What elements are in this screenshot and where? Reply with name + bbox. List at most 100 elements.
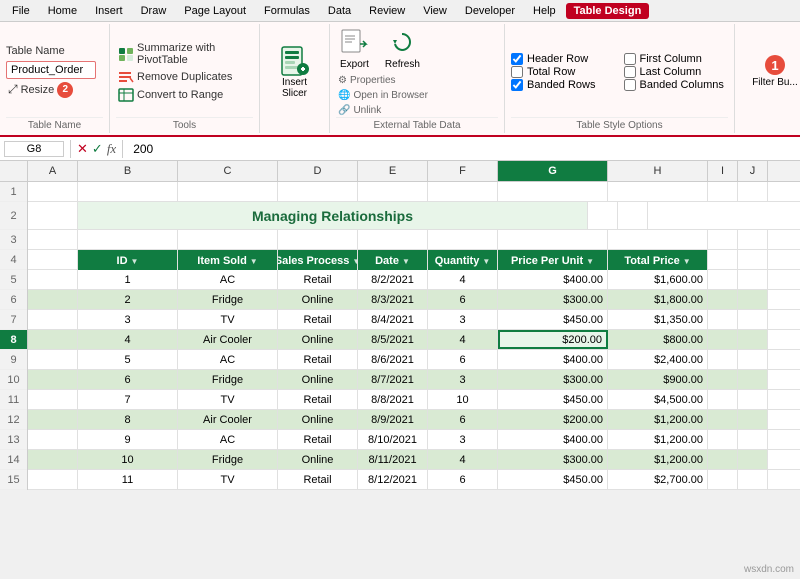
cell-B6[interactable]: 2	[78, 290, 178, 309]
cell-D6[interactable]: Online	[278, 290, 358, 309]
cell-D8[interactable]: Online	[278, 330, 358, 349]
cell-H10[interactable]: $900.00	[608, 370, 708, 389]
cell-C10[interactable]: Fridge	[178, 370, 278, 389]
cell-F13[interactable]: 3	[428, 430, 498, 449]
cell-I12[interactable]	[708, 410, 738, 429]
cell-H3[interactable]	[608, 230, 708, 249]
cell-H8[interactable]: $800.00	[608, 330, 708, 349]
resize-button[interactable]: ⤢ Resize 2	[6, 81, 75, 99]
cell-A8[interactable]	[28, 330, 78, 349]
cell-D14[interactable]: Online	[278, 450, 358, 469]
cell-C12[interactable]: Air Cooler	[178, 410, 278, 429]
cell-J1[interactable]	[738, 182, 768, 201]
menu-formulas[interactable]: Formulas	[256, 3, 318, 19]
cell-F12[interactable]: 6	[428, 410, 498, 429]
cell-I5[interactable]	[708, 270, 738, 289]
cell-B1[interactable]	[78, 182, 178, 201]
cell-F11[interactable]: 10	[428, 390, 498, 409]
cell-G12[interactable]: $200.00	[498, 410, 608, 429]
cell-F6[interactable]: 6	[428, 290, 498, 309]
cell-I1[interactable]	[708, 182, 738, 201]
cell-E14[interactable]: 8/11/2021	[358, 450, 428, 469]
cell-A10[interactable]	[28, 370, 78, 389]
formula-value[interactable]: 200	[129, 141, 796, 157]
cell-A11[interactable]	[28, 390, 78, 409]
cell-A3[interactable]	[28, 230, 78, 249]
cell-G14[interactable]: $300.00	[498, 450, 608, 469]
cell-J9[interactable]	[738, 350, 768, 369]
cell-C15[interactable]: TV	[178, 470, 278, 489]
cell-B11[interactable]: 7	[78, 390, 178, 409]
cell-E7[interactable]: 8/4/2021	[358, 310, 428, 329]
cell-A7[interactable]	[28, 310, 78, 329]
cell-H14[interactable]: $1,200.00	[608, 450, 708, 469]
cell-I14[interactable]	[708, 450, 738, 469]
cell-A6[interactable]	[28, 290, 78, 309]
col-header-d[interactable]: D	[278, 161, 358, 181]
col-header-h[interactable]: H	[608, 161, 708, 181]
remove-duplicates-button[interactable]: Remove Duplicates	[116, 69, 253, 85]
menu-review[interactable]: Review	[361, 3, 413, 19]
cell-I10[interactable]	[708, 370, 738, 389]
cell-H11[interactable]: $4,500.00	[608, 390, 708, 409]
cell-B14[interactable]: 10	[78, 450, 178, 469]
refresh-button[interactable]: Refresh	[381, 26, 424, 72]
cell-J11[interactable]	[738, 390, 768, 409]
menu-table-design[interactable]: Table Design	[566, 3, 650, 19]
col-header-c[interactable]: C	[178, 161, 278, 181]
col-header-f[interactable]: F	[428, 161, 498, 181]
cell-I6[interactable]	[708, 290, 738, 309]
pivot-table-button[interactable]: Summarize with PivotTable	[116, 41, 253, 67]
cell-I15[interactable]	[708, 470, 738, 489]
cell-J12[interactable]	[738, 410, 768, 429]
cancel-formula-icon[interactable]: ✕	[77, 141, 88, 157]
menu-developer[interactable]: Developer	[457, 3, 523, 19]
menu-help[interactable]: Help	[525, 3, 564, 19]
cell-A13[interactable]	[28, 430, 78, 449]
cell-H12[interactable]: $1,200.00	[608, 410, 708, 429]
cell-D15[interactable]: Retail	[278, 470, 358, 489]
banded-rows-checkbox[interactable]	[511, 79, 523, 91]
cell-F14[interactable]: 4	[428, 450, 498, 469]
cell-H13[interactable]: $1,200.00	[608, 430, 708, 449]
cell-A9[interactable]	[28, 350, 78, 369]
convert-range-button[interactable]: Convert to Range	[116, 87, 253, 103]
cell-D11[interactable]: Retail	[278, 390, 358, 409]
cell-C9[interactable]: AC	[178, 350, 278, 369]
menu-view[interactable]: View	[415, 3, 455, 19]
cell-J15[interactable]	[738, 470, 768, 489]
col-header-a[interactable]: A	[28, 161, 78, 181]
cell-J7[interactable]	[738, 310, 768, 329]
first-col-checkbox[interactable]	[624, 53, 636, 65]
cell-B3[interactable]	[78, 230, 178, 249]
cell-G1[interactable]	[498, 182, 608, 201]
cell-I9[interactable]	[708, 350, 738, 369]
cell-C1[interactable]	[178, 182, 278, 201]
cell-J14[interactable]	[738, 450, 768, 469]
cell-C5[interactable]: AC	[178, 270, 278, 289]
cell-B2[interactable]: Managing Relationships	[78, 202, 588, 229]
cell-H9[interactable]: $2,400.00	[608, 350, 708, 369]
cell-B10[interactable]: 6	[78, 370, 178, 389]
menu-data[interactable]: Data	[320, 3, 359, 19]
export-button[interactable]: Export	[336, 26, 373, 72]
cell-D3[interactable]	[278, 230, 358, 249]
cell-D7[interactable]: Retail	[278, 310, 358, 329]
banded-cols-checkbox[interactable]	[624, 79, 636, 91]
cell-E1[interactable]	[358, 182, 428, 201]
cell-J4[interactable]	[738, 250, 768, 269]
insert-function-icon[interactable]: fx	[107, 141, 116, 157]
cell-E11[interactable]: 8/8/2021	[358, 390, 428, 409]
cell-G5[interactable]: $400.00	[498, 270, 608, 289]
cell-C11[interactable]: TV	[178, 390, 278, 409]
cell-E15[interactable]: 8/12/2021	[358, 470, 428, 489]
menu-insert[interactable]: Insert	[87, 3, 131, 19]
cell-F7[interactable]: 3	[428, 310, 498, 329]
cell-B12[interactable]: 8	[78, 410, 178, 429]
cell-E10[interactable]: 8/7/2021	[358, 370, 428, 389]
cell-B8[interactable]: 4	[78, 330, 178, 349]
col-header-g[interactable]: G	[498, 161, 608, 181]
cell-C7[interactable]: TV	[178, 310, 278, 329]
cell-F3[interactable]	[428, 230, 498, 249]
cell-I3[interactable]	[708, 230, 738, 249]
